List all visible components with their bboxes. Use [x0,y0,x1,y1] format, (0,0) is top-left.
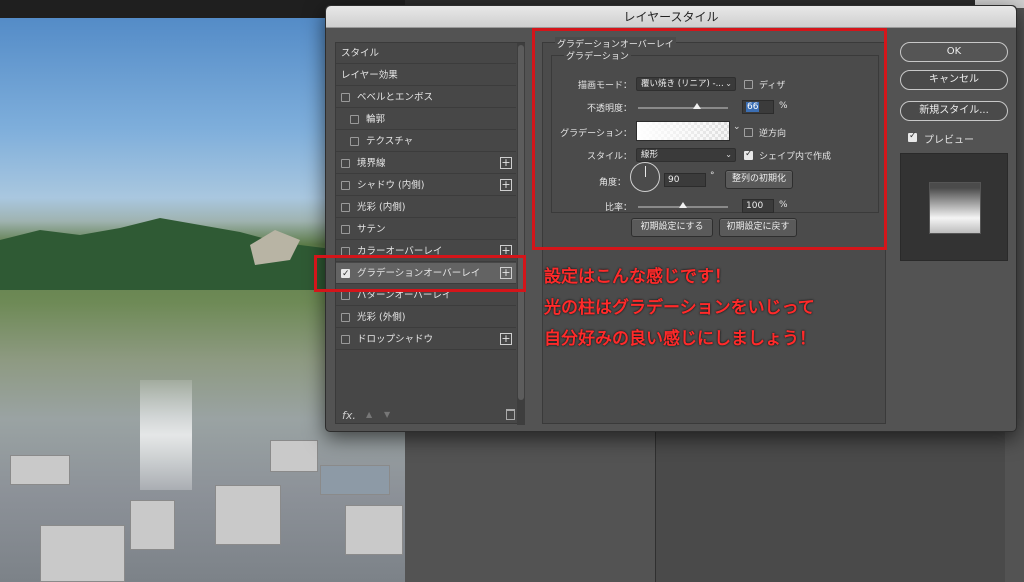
effects-list-panel: スタイルレイヤー効果ベベルとエンボス輪郭テクスチャ境界線 + シャドウ (内側) + 光… [335,42,525,425]
effects-list-scrollbar[interactable] [517,43,525,425]
annotation-line-2: 光の柱はグラデーションをいじって [544,298,815,318]
effects-list-item[interactable]: 境界線 + [336,153,516,174]
effect-label: テクスチャ [366,136,414,147]
preview-checkbox[interactable] [908,131,917,142]
effect-checkbox[interactable] [341,291,350,300]
trash-icon[interactable] [506,409,515,420]
building [320,465,390,495]
add-effect-icon[interactable]: + [500,179,512,191]
scrollbar-thumb[interactable] [518,45,524,400]
effects-list-item[interactable]: テクスチャ [336,131,516,152]
annotation-line-1: 設定はこんな感じです！ [544,267,731,287]
building [40,525,125,582]
move-down-icon[interactable]: ▼ [384,410,390,419]
building [130,500,175,550]
effects-list-item[interactable]: サテン [336,219,516,240]
canvas-inner-panel [655,430,1005,582]
effects-list-item[interactable]: 光彩 (外側) [336,307,516,328]
effect-checkbox[interactable] [350,137,359,146]
building [270,440,318,472]
cancel-button[interactable]: キャンセル [900,70,1008,90]
effect-checkbox[interactable] [341,225,350,234]
effect-checkbox[interactable] [341,203,350,212]
preview-thumbnail [900,153,1008,261]
effect-label: 光彩 (内側) [357,202,406,213]
effects-list-item[interactable]: レイヤー効果 [336,65,516,86]
effect-label: 光彩 (外側) [357,312,406,323]
effects-list-item[interactable]: シャドウ (内側) + [336,175,516,196]
effect-checkbox[interactable] [341,159,350,168]
fx-icon[interactable]: fx. [342,409,356,422]
effects-list-item[interactable]: 光彩 (内側) [336,197,516,218]
annotation-box-settings [532,28,887,250]
dialog-title-bar[interactable]: レイヤースタイル [326,6,1016,28]
ok-button[interactable]: OK [900,42,1008,62]
annotation-box-gradient-overlay [314,255,526,292]
effect-checkbox[interactable] [341,93,350,102]
effect-label: ドロップシャドウ [357,334,434,345]
effect-checkbox[interactable] [341,313,350,322]
light-pillar [140,380,192,490]
add-effect-icon[interactable]: + [500,157,512,169]
add-effect-icon[interactable]: + [500,333,512,345]
effects-list-item[interactable]: 輪郭 [336,109,516,130]
screenshot-root: レイヤースタイル スタイル レイヤー効果 ベベルとエンボス 輪郭 テクスチャ 境界線 + シャ… [0,0,1024,582]
new-style-button[interactable]: 新規スタイル... [900,101,1008,121]
effect-label: 境界線 [357,158,386,169]
building [10,455,70,485]
preview-label: プレビュー [924,135,974,146]
preview-gradient-swatch [929,182,981,234]
effect-label: ベベルとエンボス [357,92,434,103]
building [215,485,281,545]
effect-label: スタイル [341,48,380,59]
move-up-icon[interactable]: ▲ [366,410,372,419]
effect-label: シャドウ (内側) [357,180,425,191]
building [345,505,403,555]
effect-checkbox[interactable] [341,181,350,190]
effect-checkbox[interactable] [341,335,350,344]
effect-label: サテン [357,224,386,235]
effect-label: レイヤー効果 [341,70,398,81]
effects-list-item[interactable]: スタイル [336,43,516,64]
annotation-line-3: 自分好みの良い感じにしましょう！ [544,329,816,349]
effects-list-footer: fx. ▲ ▼ [342,409,517,423]
effects-list-item[interactable]: ドロップシャドウ + [336,329,516,350]
effects-list-item[interactable]: ベベルとエンボス [336,87,516,108]
effect-checkbox[interactable] [350,115,359,124]
effect-label: 輪郭 [366,114,386,125]
